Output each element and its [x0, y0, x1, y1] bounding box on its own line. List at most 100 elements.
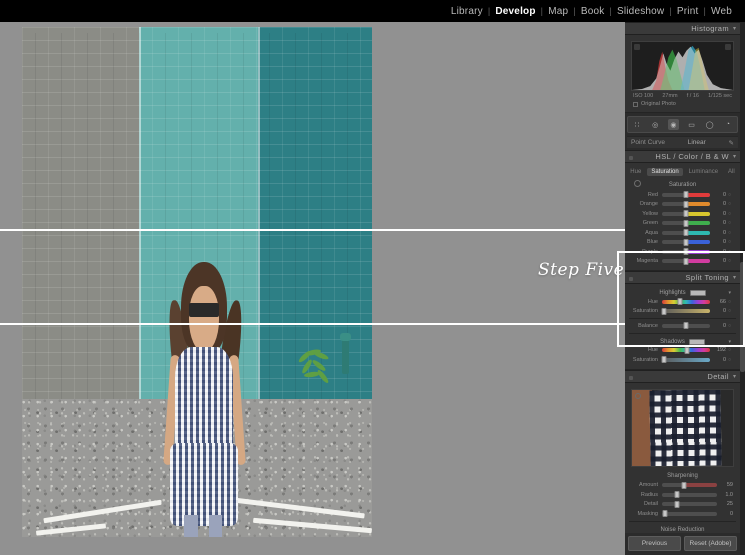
- slider-knob[interactable]: [683, 200, 689, 208]
- slider-value[interactable]: 0: [710, 211, 726, 217]
- slider-knob[interactable]: [683, 248, 689, 256]
- point-curve-row[interactable]: Point Curve Linear ✎: [627, 136, 738, 148]
- chevron-down-icon[interactable]: ▾: [733, 373, 736, 380]
- shadows-color-swatch[interactable]: [688, 338, 705, 345]
- slider-track[interactable]: [662, 298, 710, 306]
- slider-value[interactable]: 25: [717, 501, 733, 507]
- module-map[interactable]: Map: [543, 6, 573, 17]
- slider-orange[interactable]: Orange 0 ○: [629, 200, 736, 210]
- slider-knob[interactable]: [674, 491, 680, 499]
- hsl-panel-header[interactable]: HSL / Color / B & W ▾: [625, 150, 740, 163]
- hsl-tab-saturation[interactable]: Saturation: [647, 168, 683, 176]
- slider-highlights-saturation[interactable]: Saturation 0 ○: [629, 307, 736, 317]
- module-print[interactable]: Print: [672, 6, 704, 17]
- slider-value[interactable]: 59: [717, 482, 733, 488]
- slider-knob[interactable]: [683, 322, 689, 330]
- slider-track[interactable]: [662, 510, 717, 518]
- slider-track[interactable]: [662, 219, 710, 227]
- slider-sharpening-amount[interactable]: Amount 59: [629, 481, 736, 491]
- slider-track[interactable]: [662, 238, 710, 246]
- histogram-panel-header[interactable]: Histogram ▾: [625, 22, 740, 35]
- radial-filter-icon[interactable]: ◯: [704, 119, 715, 130]
- hsl-tab-all[interactable]: All: [724, 168, 739, 176]
- chevron-down-icon[interactable]: ▾: [733, 25, 736, 32]
- slider-track[interactable]: [662, 346, 710, 354]
- slider-knob[interactable]: [683, 229, 689, 237]
- spot-removal-icon[interactable]: ◎: [650, 119, 661, 130]
- image-viewer[interactable]: Step Five: [0, 22, 625, 555]
- chevron-down-icon[interactable]: ▾: [728, 290, 731, 296]
- slider-yellow[interactable]: Yellow 0 ○: [629, 209, 736, 219]
- slider-value[interactable]: 0: [710, 239, 726, 245]
- panel-toggle-icon[interactable]: [629, 277, 633, 281]
- hsl-tab-hue[interactable]: Hue: [626, 168, 645, 176]
- slider-reset-icon[interactable]: ○: [726, 192, 733, 198]
- slider-track[interactable]: [662, 191, 710, 199]
- slider-knob[interactable]: [683, 210, 689, 218]
- slider-red[interactable]: Red 0 ○: [629, 190, 736, 200]
- slider-knob[interactable]: [683, 257, 689, 265]
- slider-track[interactable]: [662, 257, 710, 265]
- slider-track[interactable]: [661, 307, 710, 315]
- slider-knob[interactable]: [683, 219, 689, 227]
- module-library[interactable]: Library: [446, 6, 488, 17]
- chevron-down-icon[interactable]: ▾: [733, 153, 736, 160]
- red-eye-icon[interactable]: ◉: [667, 119, 679, 130]
- point-curve-value[interactable]: Linear: [688, 139, 706, 146]
- detail-preview-thumbnail[interactable]: [631, 388, 734, 467]
- histogram-graph[interactable]: [631, 41, 734, 91]
- slider-knob[interactable]: [684, 346, 690, 354]
- target-adjustment-tool-icon[interactable]: [634, 180, 641, 187]
- slider-sharpening-detail[interactable]: Detail 25: [629, 500, 736, 510]
- slider-knob[interactable]: [681, 481, 687, 489]
- slider-balance[interactable]: Balance 0 ○: [629, 321, 736, 331]
- highlights-color-swatch[interactable]: [689, 290, 706, 296]
- previous-button[interactable]: Previous: [628, 536, 681, 551]
- slider-value[interactable]: 0: [710, 230, 726, 236]
- slider-value[interactable]: 0: [710, 258, 726, 264]
- split-toning-panel-header[interactable]: Split Toning ▾: [625, 271, 740, 284]
- slider-value[interactable]: 66: [710, 299, 726, 305]
- slider-knob[interactable]: [674, 500, 680, 508]
- slider-reset-icon[interactable]: ○: [726, 357, 733, 363]
- crop-overlay-icon[interactable]: ∷: [632, 119, 643, 130]
- slider-highlights-hue[interactable]: Hue 66 ○: [629, 297, 736, 307]
- slider-track[interactable]: [662, 500, 717, 508]
- slider-track[interactable]: [661, 356, 710, 364]
- module-develop[interactable]: Develop: [490, 6, 540, 17]
- slider-reset-icon[interactable]: ○: [726, 239, 733, 245]
- slider-track[interactable]: [662, 210, 710, 218]
- slider-value[interactable]: 0: [710, 249, 726, 255]
- slider-reset-icon[interactable]: ○: [726, 220, 733, 226]
- chevron-down-icon[interactable]: ▾: [733, 274, 736, 281]
- slider-value[interactable]: 0: [710, 192, 726, 198]
- slider-green[interactable]: Green 0 ○: [629, 219, 736, 229]
- graduated-filter-icon[interactable]: ▭: [686, 119, 697, 130]
- slider-reset-icon[interactable]: ○: [726, 299, 733, 305]
- slider-track[interactable]: [662, 229, 710, 237]
- slider-value[interactable]: 192: [710, 347, 726, 353]
- slider-value[interactable]: 0: [710, 323, 726, 329]
- panel-toggle-icon[interactable]: [629, 156, 633, 160]
- slider-reset-icon[interactable]: ○: [726, 323, 733, 329]
- slider-knob[interactable]: [677, 298, 683, 306]
- slider-track[interactable]: [662, 481, 717, 489]
- slider-knob[interactable]: [661, 356, 667, 364]
- hsl-tab-row[interactable]: Hue Saturation Luminance All: [629, 166, 736, 179]
- photo-frame[interactable]: [22, 27, 372, 537]
- slider-value[interactable]: 0: [717, 511, 733, 517]
- slider-knob[interactable]: [661, 307, 667, 315]
- panel-scrollbar-thumb[interactable]: [740, 262, 745, 372]
- slider-value[interactable]: 0: [710, 357, 726, 363]
- slider-shadows-hue[interactable]: Hue 192 ○: [629, 346, 736, 356]
- module-book[interactable]: Book: [576, 6, 610, 17]
- slider-reset-icon[interactable]: ○: [726, 258, 733, 264]
- slider-reset-icon[interactable]: ○: [726, 211, 733, 217]
- slider-value[interactable]: 0: [710, 201, 726, 207]
- slider-track[interactable]: [662, 248, 710, 256]
- slider-reset-icon[interactable]: ○: [726, 249, 733, 255]
- slider-track[interactable]: [662, 322, 710, 330]
- slider-reset-icon[interactable]: ○: [726, 230, 733, 236]
- slider-knob[interactable]: [662, 510, 668, 518]
- checkbox-icon[interactable]: [633, 101, 638, 107]
